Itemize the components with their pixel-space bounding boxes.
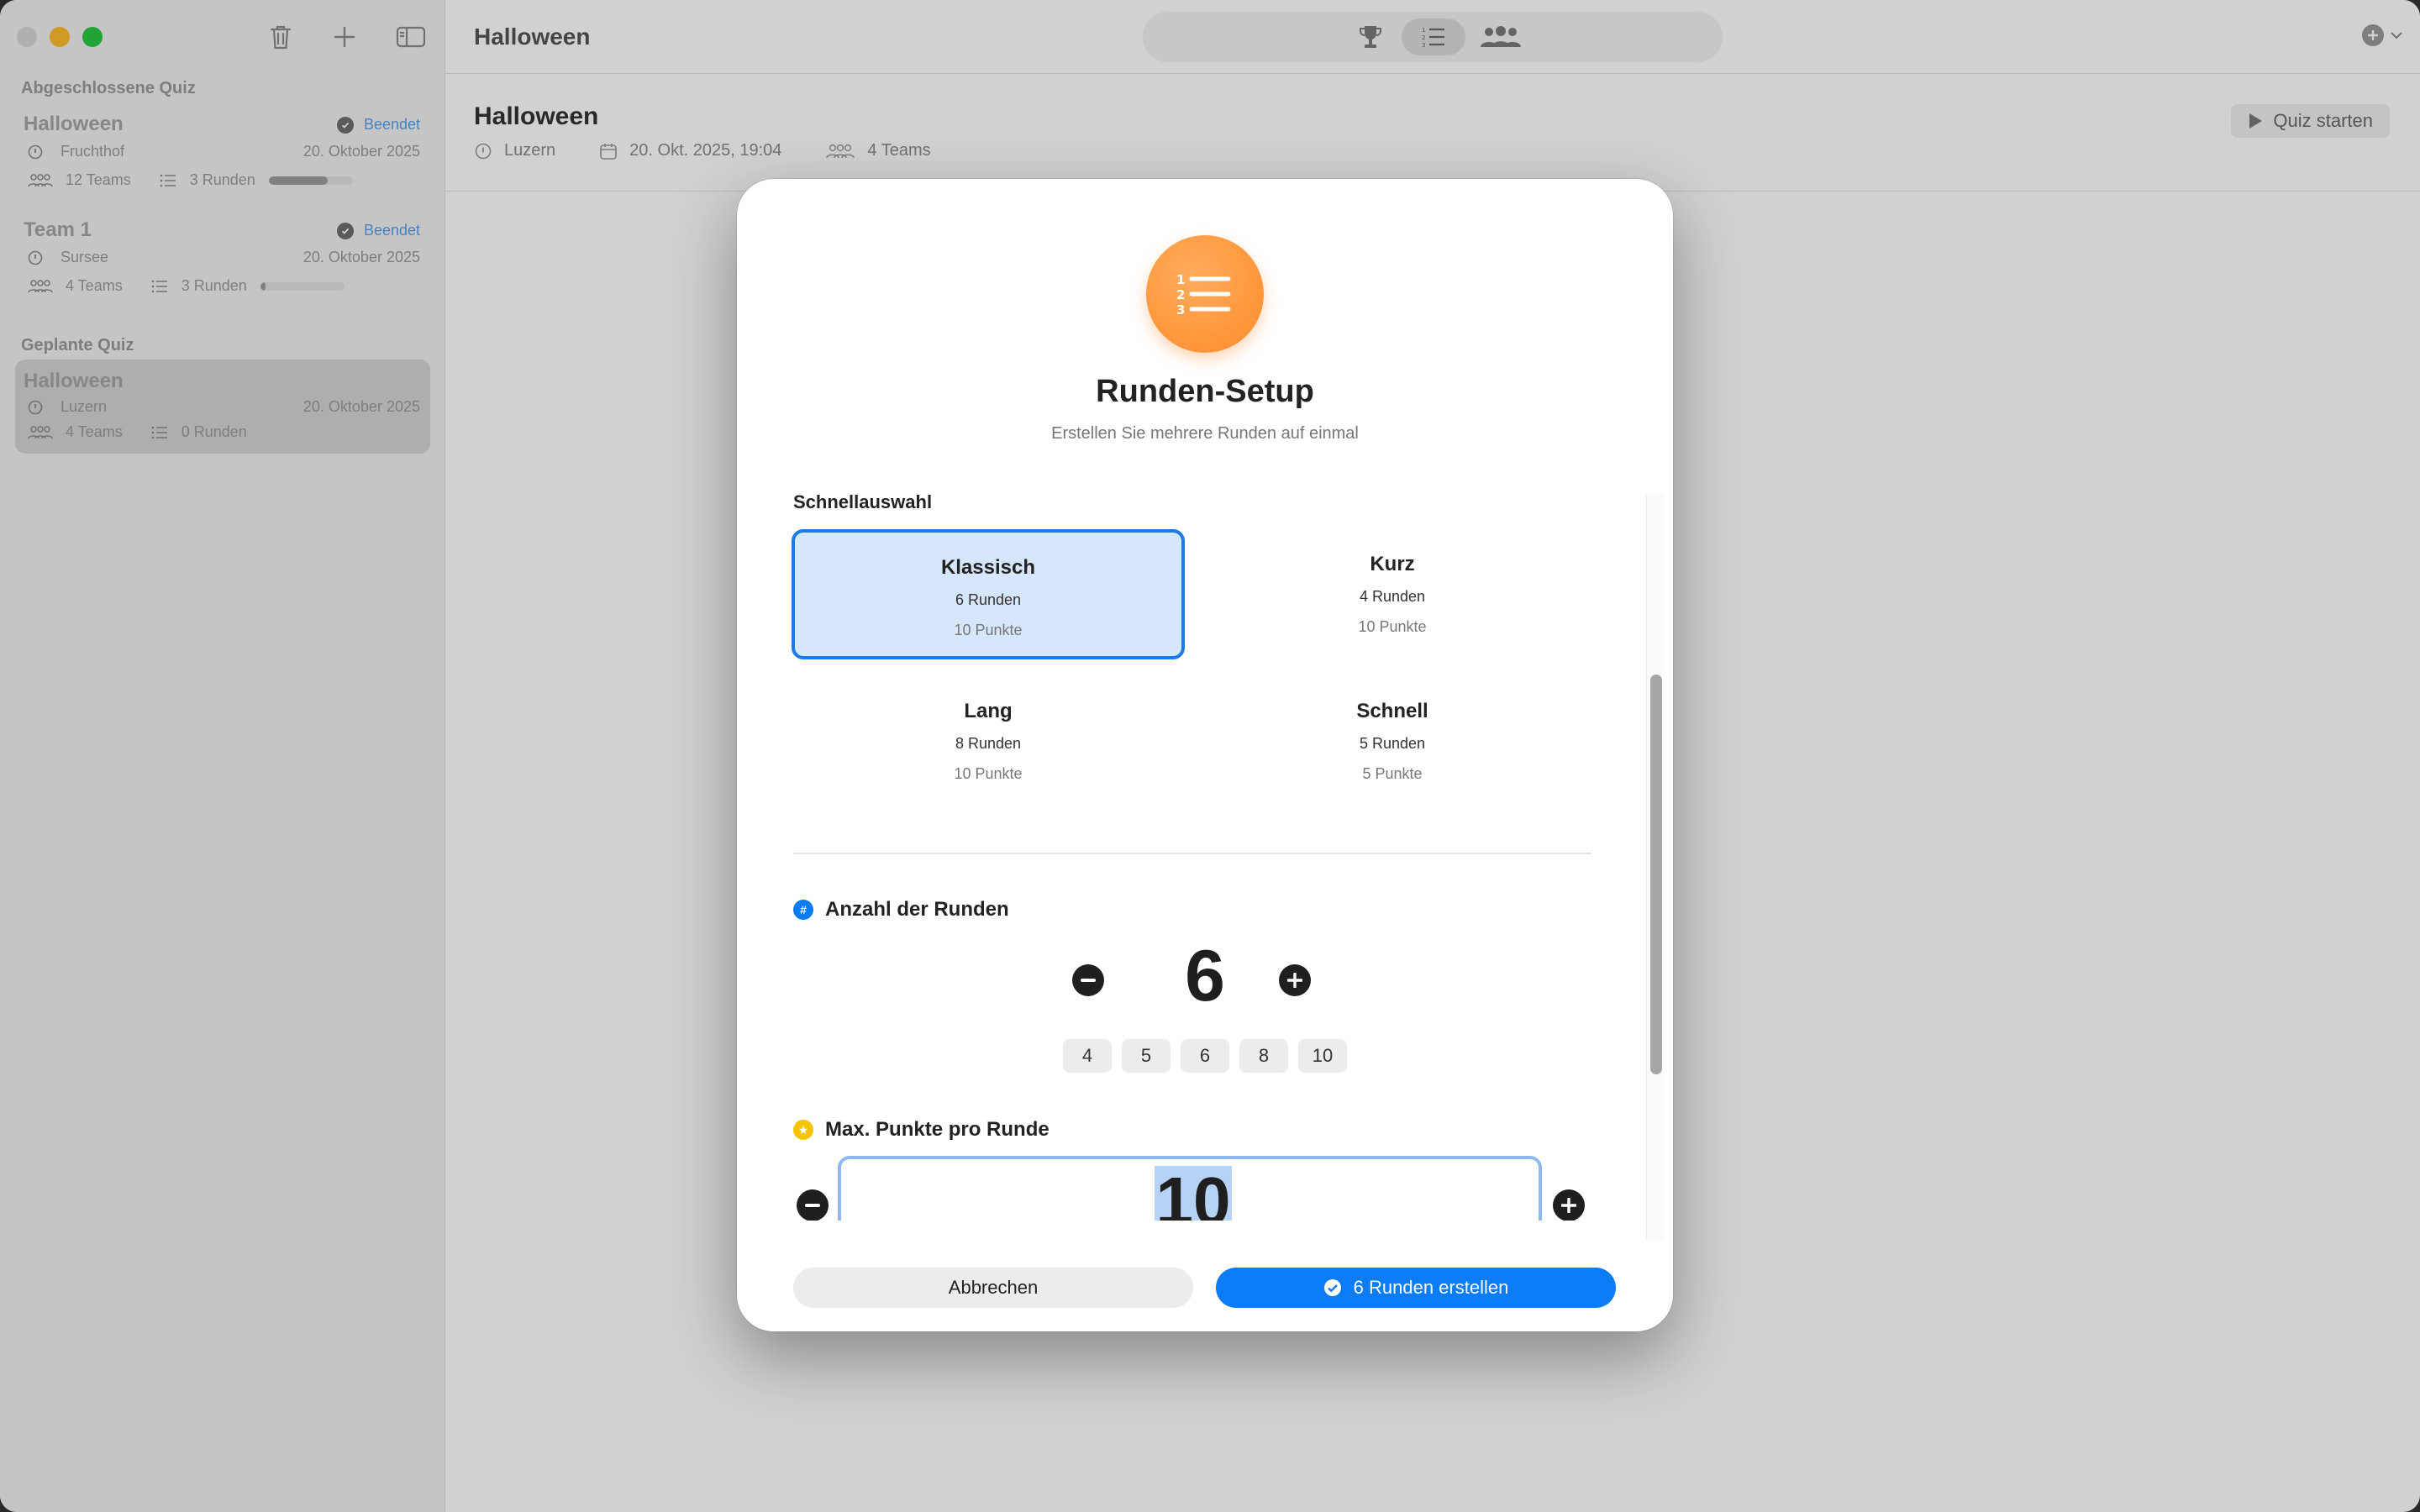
rounds-count-heading: # Anzahl der Runden	[793, 898, 1009, 921]
rounds-chip[interactable]: 8	[1239, 1039, 1288, 1073]
preset-kurz[interactable]: Kurz 4 Runden 10 Punkte	[1196, 529, 1589, 659]
preset-name: Klassisch	[940, 556, 1036, 579]
max-points-value: 10	[1154, 1166, 1233, 1221]
preset-name: Lang	[964, 700, 1013, 722]
checkmark-circle-icon	[1323, 1279, 1341, 1296]
dialog-scroll-area[interactable]: Schnellauswahl Klassisch 6 Runden 10 Pun…	[737, 179, 1653, 1221]
max-points-label: Max. Punkte pro Runde	[825, 1118, 1050, 1141]
rounds-count-value: 6	[1185, 936, 1225, 1016]
scrollbar-thumb[interactable]	[1650, 675, 1662, 1074]
preset-name: Kurz	[1370, 553, 1415, 575]
preset-points: 10 Punkte	[1358, 618, 1427, 635]
rounds-chip[interactable]: 6	[1181, 1039, 1229, 1073]
preset-rounds: 8 Runden	[955, 735, 1022, 752]
preset-rounds: 6 Runden	[955, 591, 1022, 608]
star-icon: ★	[793, 1120, 813, 1140]
preset-klassisch[interactable]: Klassisch 6 Runden 10 Punkte	[792, 529, 1185, 659]
rounds-chip[interactable]: 4	[1063, 1039, 1112, 1073]
increase-points-button[interactable]	[1553, 1189, 1585, 1221]
rounds-setup-dialog-surface: 1 2 3 Runden-Setup Erstellen Sie mehrere…	[737, 179, 1673, 1331]
dialog-scrollbar[interactable]	[1646, 495, 1663, 1241]
rounds-chip[interactable]: 10	[1298, 1039, 1347, 1073]
cancel-button[interactable]: Abbrechen	[793, 1268, 1193, 1308]
increase-rounds-button[interactable]	[1279, 964, 1311, 996]
dialog-footer: Abbrechen 6 Runden erstellen	[737, 1251, 1673, 1331]
preset-points: 10 Punkte	[954, 622, 1023, 638]
preset-name: Schnell	[1356, 700, 1428, 722]
quick-select-label: Schnellauswahl	[793, 491, 933, 512]
hash-icon: #	[793, 900, 813, 920]
create-rounds-label: 6 Runden erstellen	[1353, 1277, 1509, 1298]
preset-points: 10 Punkte	[954, 765, 1023, 782]
preset-rounds: 5 Runden	[1359, 735, 1426, 752]
rounds-chip[interactable]: 5	[1122, 1039, 1171, 1073]
rounds-quick-chips: 4 5 6 8 10	[737, 1039, 1653, 1073]
create-rounds-button[interactable]: 6 Runden erstellen	[1216, 1268, 1616, 1308]
max-points-heading: ★ Max. Punkte pro Runde	[793, 1118, 1050, 1142]
preset-lang[interactable]: Lang 8 Runden 10 Punkte	[792, 676, 1185, 806]
section-divider	[793, 853, 1591, 854]
preset-schnell[interactable]: Schnell 5 Runden 5 Punkte	[1196, 676, 1589, 806]
max-points-input[interactable]: 10	[838, 1156, 1542, 1221]
decrease-points-button[interactable]	[797, 1189, 829, 1221]
rounds-count-label: Anzahl der Runden	[825, 898, 1009, 921]
preset-points: 5 Punkte	[1362, 765, 1423, 782]
preset-rounds: 4 Runden	[1359, 588, 1426, 605]
